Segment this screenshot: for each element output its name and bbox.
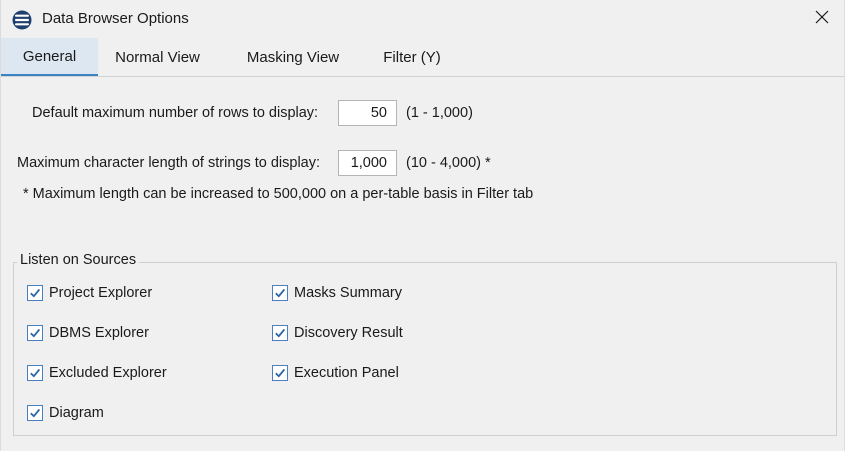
checkbox-label: DBMS Explorer xyxy=(49,325,149,341)
checkbox-box[interactable] xyxy=(27,405,43,421)
max-string-length-label: Maximum character length of strings to d… xyxy=(17,155,321,171)
checkbox-diagram[interactable]: Diagram xyxy=(27,405,104,421)
window-title: Data Browser Options xyxy=(42,10,189,27)
checkbox-box[interactable] xyxy=(27,285,43,301)
max-rows-input[interactable] xyxy=(338,100,397,126)
checkbox-box[interactable] xyxy=(272,365,288,381)
checkbox-execution-panel[interactable]: Execution Panel xyxy=(272,365,399,381)
max-rows-range: (1 - 1,000) xyxy=(406,105,473,121)
max-length-footnote: * Maximum length can be increased to 500… xyxy=(23,186,534,202)
checkmark-icon xyxy=(30,288,41,298)
close-icon xyxy=(815,10,829,28)
checkmark-icon xyxy=(275,368,286,378)
checkbox-dbms-explorer[interactable]: DBMS Explorer xyxy=(27,325,149,341)
checkbox-label: Project Explorer xyxy=(49,285,153,301)
checkbox-label: Execution Panel xyxy=(294,365,399,381)
checkbox-box[interactable] xyxy=(272,325,288,341)
checkmark-icon xyxy=(30,408,41,418)
checkbox-excluded-explorer[interactable]: Excluded Explorer xyxy=(27,365,167,381)
checkmark-icon xyxy=(275,288,286,298)
checkmark-icon xyxy=(275,328,286,338)
checkmark-icon xyxy=(30,368,41,378)
checkbox-box[interactable] xyxy=(272,285,288,301)
close-button[interactable] xyxy=(799,0,844,38)
title-bar: Data Browser Options xyxy=(1,0,844,38)
checkbox-label: Excluded Explorer xyxy=(49,365,167,381)
max-rows-label: Default maximum number of rows to displa… xyxy=(32,105,319,121)
tab-general[interactable]: General xyxy=(1,38,98,76)
checkbox-masks-summary[interactable]: Masks Summary xyxy=(272,285,402,301)
checkbox-discovery-result[interactable]: Discovery Result xyxy=(272,325,403,341)
checkmark-icon xyxy=(30,328,41,338)
listen-on-sources-title: Listen on Sources xyxy=(17,252,140,268)
tab-normal-view[interactable]: Normal View xyxy=(106,38,209,76)
checkbox-label: Diagram xyxy=(49,405,104,421)
database-stack-icon xyxy=(12,10,32,30)
tab-masking-view[interactable]: Masking View xyxy=(239,38,347,76)
checkbox-box[interactable] xyxy=(27,325,43,341)
checkbox-project-explorer[interactable]: Project Explorer xyxy=(27,285,152,301)
checkbox-label: Masks Summary xyxy=(294,285,402,301)
max-string-length-range: (10 - 4,000) * xyxy=(406,155,491,171)
tab-bar: General Normal View Masking View Filter … xyxy=(1,38,844,77)
data-browser-options-dialog: Data Browser Options General Normal View… xyxy=(0,0,845,451)
max-string-length-input[interactable] xyxy=(338,150,397,176)
checkbox-label: Discovery Result xyxy=(294,325,403,341)
checkbox-box[interactable] xyxy=(27,365,43,381)
tab-filter[interactable]: Filter (Y) xyxy=(377,38,447,76)
